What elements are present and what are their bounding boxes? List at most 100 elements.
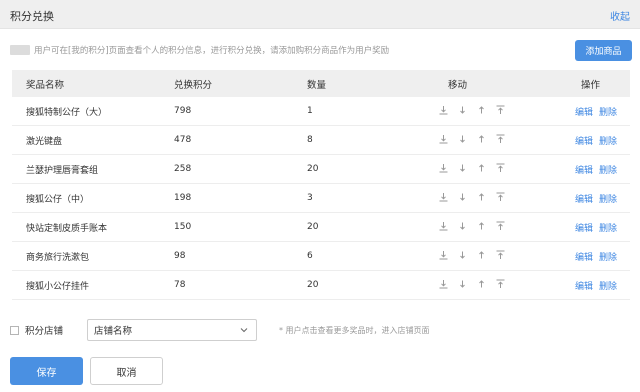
move-bottom-icon[interactable]	[438, 163, 449, 176]
prize-qty: 3	[307, 193, 313, 203]
prize-points: 150	[174, 222, 192, 232]
move-top-icon[interactable]	[495, 221, 506, 234]
move-top-icon[interactable]	[495, 134, 506, 147]
table-header: 奖品名称 兑换积分 数量 移动 操作	[12, 70, 630, 97]
table-body: 搜狐特制公仔（大） 798 1 编辑 删除 激光键盘 478 8 编辑 删除 兰瑟护理唇膏套组 258…	[12, 97, 630, 300]
move-down-icon[interactable]	[457, 279, 468, 292]
move-controls	[424, 279, 561, 292]
edit-link[interactable]: 编辑	[575, 282, 593, 292]
move-down-icon[interactable]	[457, 221, 468, 234]
save-button[interactable]: 保存	[10, 357, 83, 385]
prize-points: 198	[174, 193, 192, 203]
delete-link[interactable]: 删除	[599, 253, 617, 263]
move-down-icon[interactable]	[457, 134, 468, 147]
shop-select[interactable]: 店铺名称	[87, 319, 258, 341]
edit-link[interactable]: 编辑	[575, 108, 593, 118]
row-actions: 编辑 删除	[561, 192, 630, 205]
prize-qty: 20	[307, 222, 319, 232]
info-tag-icon	[10, 45, 30, 55]
prize-points: 98	[174, 251, 186, 261]
tip-text: 用户可在[我的积分]页面查看个人的积分信息，进行积分兑换，请添加购积分商品作为用…	[34, 46, 390, 56]
delete-link[interactable]: 删除	[599, 195, 617, 205]
table-row: 搜狐特制公仔（大） 798 1 编辑 删除	[12, 97, 630, 126]
prize-points: 78	[174, 280, 186, 290]
panel-header: 积分兑换 收起	[0, 0, 640, 29]
shop-row: 积分店铺 店铺名称 * 用户点击查看更多奖品时，进入店铺页面	[10, 319, 630, 341]
move-top-icon[interactable]	[495, 105, 506, 118]
edit-link[interactable]: 编辑	[575, 137, 593, 147]
move-top-icon[interactable]	[495, 279, 506, 292]
header-op: 操作	[581, 79, 601, 91]
move-down-icon[interactable]	[457, 105, 468, 118]
delete-link[interactable]: 删除	[599, 282, 617, 292]
move-bottom-icon[interactable]	[438, 134, 449, 147]
row-actions: 编辑 删除	[561, 105, 630, 118]
move-controls	[424, 250, 561, 263]
move-controls	[424, 105, 561, 118]
shop-hint: * 用户点击查看更多奖品时，进入店铺页面	[279, 325, 430, 335]
row-actions: 编辑 删除	[561, 250, 630, 263]
move-top-icon[interactable]	[495, 250, 506, 263]
prize-name: 激光键盘	[26, 136, 63, 147]
add-product-button[interactable]: 添加商品	[575, 40, 632, 61]
move-controls	[424, 221, 561, 234]
shop-select-value: 店铺名称	[94, 326, 133, 337]
row-actions: 编辑 删除	[561, 163, 630, 176]
table-row: 兰瑟护理唇膏套组 258 20 编辑 删除	[12, 155, 630, 184]
table-row: 搜狐小公仔挂件 78 20 编辑 删除	[12, 271, 630, 300]
cancel-button[interactable]: 取消	[90, 357, 163, 385]
table-row: 搜狐公仔（中） 198 3 编辑 删除	[12, 184, 630, 213]
table-row: 商务旅行洗漱包 98 6 编辑 删除	[12, 242, 630, 271]
edit-link[interactable]: 编辑	[575, 195, 593, 205]
shop-label: 积分店铺	[25, 326, 64, 337]
move-up-icon[interactable]	[476, 279, 487, 292]
prize-table: 奖品名称 兑换积分 数量 移动 操作 搜狐特制公仔（大） 798 1 编辑 删除 激光键盘…	[12, 70, 630, 300]
shop-checkbox[interactable]	[10, 325, 19, 335]
delete-link[interactable]: 删除	[599, 166, 617, 176]
move-bottom-icon[interactable]	[438, 221, 449, 234]
move-up-icon[interactable]	[476, 134, 487, 147]
row-actions: 编辑 删除	[561, 134, 630, 147]
move-bottom-icon[interactable]	[438, 279, 449, 292]
prize-qty: 8	[307, 135, 313, 145]
move-top-icon[interactable]	[495, 163, 506, 176]
chevron-down-icon	[240, 328, 248, 333]
move-down-icon[interactable]	[457, 250, 468, 263]
prize-points: 478	[174, 135, 192, 145]
prize-name: 搜狐小公仔挂件	[26, 281, 90, 292]
prize-points: 798	[174, 106, 192, 116]
prize-name: 快站定制皮质手账本	[26, 223, 108, 234]
move-up-icon[interactable]	[476, 163, 487, 176]
prize-qty: 20	[307, 164, 319, 174]
prize-name: 搜狐特制公仔（大）	[26, 107, 108, 118]
move-up-icon[interactable]	[476, 250, 487, 263]
move-top-icon[interactable]	[495, 192, 506, 205]
move-up-icon[interactable]	[476, 221, 487, 234]
move-up-icon[interactable]	[476, 192, 487, 205]
prize-points: 258	[174, 164, 192, 174]
table-row: 快站定制皮质手账本 150 20 编辑 删除	[12, 213, 630, 242]
prize-name: 商务旅行洗漱包	[26, 252, 90, 263]
move-controls	[424, 192, 561, 205]
delete-link[interactable]: 删除	[599, 108, 617, 118]
move-down-icon[interactable]	[457, 163, 468, 176]
move-bottom-icon[interactable]	[438, 250, 449, 263]
edit-link[interactable]: 编辑	[575, 166, 593, 176]
prize-qty: 6	[307, 251, 313, 261]
delete-link[interactable]: 删除	[599, 224, 617, 234]
move-bottom-icon[interactable]	[438, 105, 449, 118]
prize-name: 兰瑟护理唇膏套组	[26, 165, 99, 176]
header-move: 移动	[448, 79, 468, 91]
move-controls	[424, 163, 561, 176]
prize-qty: 1	[307, 106, 313, 116]
collapse-link[interactable]: 收起	[610, 8, 630, 23]
delete-link[interactable]: 删除	[599, 137, 617, 147]
header-points: 兑换积分	[174, 79, 213, 91]
prize-name: 搜狐公仔（中）	[26, 194, 90, 205]
edit-link[interactable]: 编辑	[575, 224, 593, 234]
edit-link[interactable]: 编辑	[575, 253, 593, 263]
header-qty: 数量	[307, 79, 327, 91]
move-up-icon[interactable]	[476, 105, 487, 118]
move-bottom-icon[interactable]	[438, 192, 449, 205]
move-down-icon[interactable]	[457, 192, 468, 205]
